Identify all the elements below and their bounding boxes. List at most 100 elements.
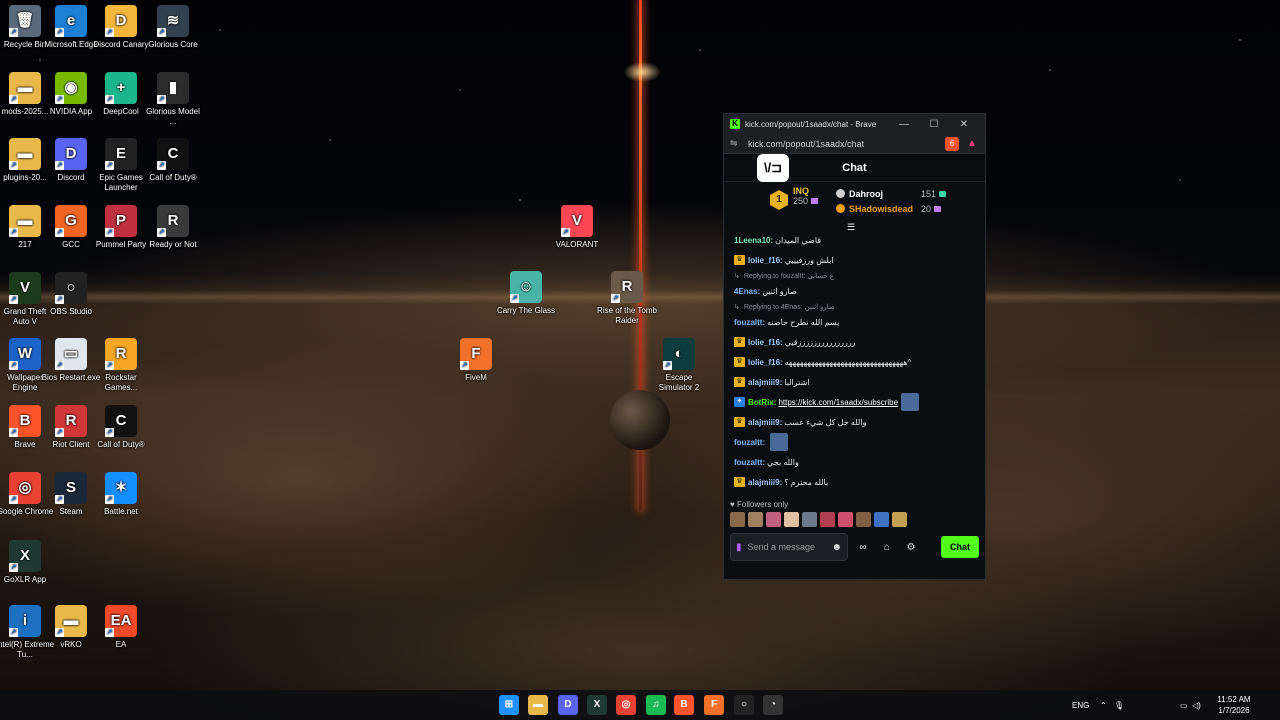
taskbar-discord-icon[interactable]: D [558, 695, 578, 715]
recent-emote-icon[interactable] [820, 512, 835, 527]
desktop-icon-ea[interactable]: EA ↗ EA [91, 605, 151, 650]
chat-username[interactable]: alajmiii9: [748, 378, 782, 387]
maximize-button[interactable]: ☐ [919, 119, 949, 130]
network-icon[interactable]: ▭ [1180, 701, 1192, 710]
chat-username[interactable]: BotRix: [748, 398, 776, 407]
chat-message: ✦ BotRix: https://kick.com/1saadx/subscrib… [734, 392, 975, 412]
recent-emote-icon[interactable] [784, 512, 799, 527]
desktop-icon-glorious-model[interactable]: ▮ ↗ Glorious Model ... [143, 72, 203, 127]
taskbar-chrome-icon[interactable]: ◎ [616, 695, 636, 715]
heart-icon: ♥ [730, 500, 735, 509]
desktop-icon-call-of-duty[interactable]: C ↗ Call of Duty® [143, 138, 203, 183]
store-icon[interactable]: ⌂ [878, 542, 896, 553]
chat-username[interactable]: lolie_f16: [748, 338, 783, 347]
taskbar-file-explorer-icon[interactable]: ▬ [528, 695, 548, 715]
chat-username[interactable]: fouzaltt: [734, 318, 765, 327]
chat-username[interactable]: fouzaltt: [734, 438, 765, 447]
recent-emote-icon[interactable] [838, 512, 853, 527]
settings-gear-icon[interactable]: ⚙ [902, 542, 920, 553]
taskbar-obs-icon[interactable]: ○ [734, 695, 754, 715]
chat-input[interactable]: ▮ Send a message ☻ [730, 533, 848, 561]
chat-message: ♛ lolie_f16: ههههههههههههههههههههههههههههه… [734, 352, 975, 372]
recent-emote-icon[interactable] [730, 512, 745, 527]
send-chat-button[interactable]: Chat [941, 536, 979, 558]
taskbar-app-icon[interactable]: ◔ [763, 695, 783, 715]
filter-icon[interactable]: ☰ [847, 222, 855, 233]
brave-rewards-icon[interactable]: ▲ [965, 137, 979, 151]
microphone-icon[interactable]: ▮ [736, 542, 742, 553]
site-settings-icon[interactable]: ⇋ [730, 138, 748, 149]
tray-overflow-icon[interactable]: ⌃ [1100, 701, 1114, 710]
desktop-icon-label: Discord Canary [93, 40, 149, 49]
recent-emote-icon[interactable] [748, 512, 763, 527]
desktop-icon-ready-or-not[interactable]: R ↗ Ready or Not [143, 205, 203, 250]
recent-emote-icon[interactable] [802, 512, 817, 527]
taskbar-fivem-icon[interactable]: F [704, 695, 724, 715]
taskbar-brave-icon[interactable]: B [674, 695, 694, 715]
reply-context[interactable]: ↳ Replying to fouzaltt: ع حسابي [734, 270, 975, 281]
address-bar[interactable]: ⇋ kick.com/popout/1saadx/chat 6 ▲ [724, 134, 985, 154]
title-bar[interactable]: K kick.com/popout/1saadx/chat - Brave — … [724, 114, 985, 134]
desktop-icon-epic-games-launcher[interactable]: E ↗ Epic Games Launcher [91, 138, 151, 193]
gift-icon [934, 205, 942, 212]
minimize-button[interactable]: — [889, 119, 919, 130]
subscriber-badge-icon: ♛ [734, 417, 745, 427]
language-indicator[interactable]: ENG [1072, 701, 1089, 710]
shortcut-arrow-icon: ↗ [55, 495, 64, 504]
desktop-icon-glorious-core[interactable]: ≋ ↗ Glorious Core [143, 5, 203, 50]
desktop-icon-valorant[interactable]: V ↗ VALORANT [547, 205, 607, 250]
tray-status[interactable]: ▭ ◁) [1180, 690, 1204, 720]
grand-theft-auto-v-icon: V ↗ [9, 272, 41, 304]
desktop-icon-battle-net[interactable]: ✶ ↗ Battle.net [91, 472, 151, 517]
channel-logo-icon[interactable]: \/⊐ [757, 154, 789, 182]
shortcut-arrow-icon: ↗ [9, 161, 18, 170]
desktop-icon-label: EA [115, 640, 127, 649]
gift-icon [939, 190, 947, 197]
emoji-icon[interactable]: ☻ [831, 542, 842, 553]
taskbar-start-icon[interactable]: ⊞ [499, 695, 519, 715]
subscribe-link[interactable]: https://kick.com/1saadx/subscribe [778, 398, 898, 407]
recent-emote-icon[interactable] [892, 512, 907, 527]
plugins-20-icon: ▬ ↗ [9, 138, 41, 170]
close-button[interactable]: ✕ [949, 119, 979, 130]
leaderboard-top-name[interactable]: INQ [793, 186, 818, 196]
chat-username[interactable]: alajmiii9: [748, 418, 782, 427]
chat-username[interactable]: 4Enas: [734, 287, 760, 296]
chat-username[interactable]: lolie_f16: [748, 358, 783, 367]
chat-username[interactable]: alajmiii9: [748, 478, 782, 487]
reply-context[interactable]: ↳ Replying to 4Enas: صارو اثنين [734, 301, 975, 312]
desktop-icon-pummel-party[interactable]: P ↗ Pummel Party [91, 205, 151, 250]
leaderboard-name[interactable]: SHadowisdead [849, 204, 921, 214]
desktop-icon-fivem[interactable]: F ↗ FiveM [446, 338, 506, 383]
taskbar-spotify-icon[interactable]: ♫ [646, 695, 666, 715]
desktop-icon-obs-studio[interactable]: ○ ↗ OBS Studio [41, 272, 101, 317]
desktop-icon-goxlr-app[interactable]: X ↗ GoXLR App [0, 540, 55, 585]
desktop-icon-deepcool[interactable]: + ↗ DeepCool [91, 72, 151, 117]
chat-input-placeholder[interactable]: Send a message [748, 542, 832, 552]
shortcut-arrow-icon: ↗ [9, 628, 18, 637]
desktop-icon-rise-of-the-tomb-raider[interactable]: R ↗ Rise of the Tomb Raider [597, 271, 657, 326]
taskbar-goxlr-icon[interactable]: X [587, 695, 607, 715]
predictions-icon[interactable]: ∞ [854, 542, 872, 553]
leaderboard-name[interactable]: Dahrooj [849, 189, 921, 199]
chat-username[interactable]: lolie_f16: [748, 256, 783, 265]
battle-net-icon: ✶ ↗ [105, 472, 137, 504]
recent-emote-icon[interactable] [766, 512, 781, 527]
shortcut-arrow-icon: ↗ [105, 495, 114, 504]
clock[interactable]: 11:52 AM 1/7/2026 [1212, 694, 1256, 716]
obs-studio-icon: ○ ↗ [55, 272, 87, 304]
desktop-icon-escape-simulator-2[interactable]: ◐ ↗ Escape Simulator 2 [649, 338, 709, 393]
microphone-icon[interactable]: 🎙 [1114, 701, 1132, 710]
desktop-icon-call-of-duty[interactable]: C ↗ Call of Duty® [91, 405, 151, 450]
url-text[interactable]: kick.com/popout/1saadx/chat [748, 139, 941, 149]
desktop-icon-discord-canary[interactable]: D ↗ Discord Canary [91, 5, 151, 50]
desktop-icon-label: Call of Duty® [149, 173, 197, 182]
chat-username[interactable]: fouzaltt: [734, 458, 765, 467]
recent-emote-icon[interactable] [856, 512, 871, 527]
volume-icon[interactable]: ◁) [1192, 701, 1204, 710]
recent-emote-icon[interactable] [874, 512, 889, 527]
desktop-icon-rockstar-games[interactable]: R ↗ Rockstar Games... [91, 338, 151, 393]
chat-username[interactable]: 1Leena10: [734, 236, 773, 245]
brave-shields-icon[interactable]: 6 [945, 136, 959, 151]
desktop-icon-carry-the-glass[interactable]: ☺ ↗ Carry The Glass [496, 271, 556, 316]
